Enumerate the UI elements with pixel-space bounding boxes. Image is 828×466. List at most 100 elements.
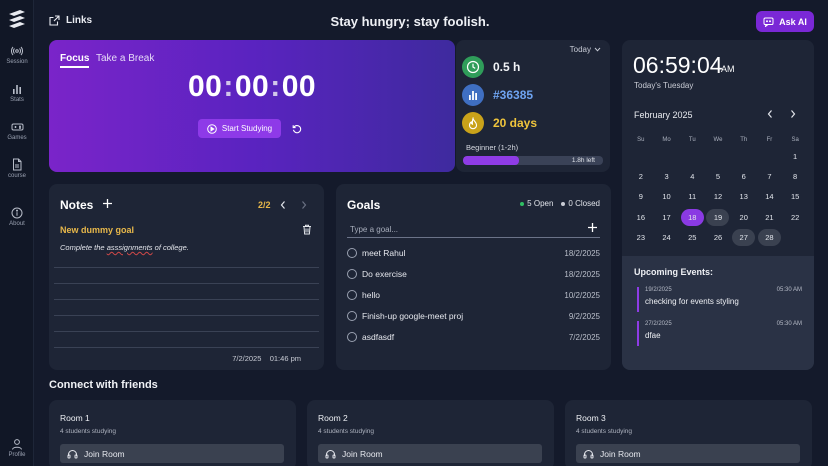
sidebar-item-about[interactable]: About: [0, 207, 34, 227]
calendar-day[interactable]: 11: [679, 187, 705, 207]
join-room-button[interactable]: Join Room: [318, 444, 542, 463]
calendar-day[interactable]: 5: [705, 167, 731, 187]
period-dropdown[interactable]: Today: [570, 45, 601, 54]
join-room-label: Join Room: [342, 448, 383, 459]
add-note-button[interactable]: [102, 198, 113, 209]
trash-icon: [303, 224, 311, 235]
calendar-day[interactable]: 15: [782, 187, 808, 207]
notes-prev-button[interactable]: [279, 200, 287, 210]
broadcast-icon: [11, 46, 23, 56]
event-item[interactable]: 27/2/2025 05:30 AM dfae: [637, 321, 802, 346]
misspelled-word: asssignments: [106, 243, 153, 252]
calendar-day[interactable]: 14: [757, 187, 783, 207]
calendar-prev-button[interactable]: [766, 109, 774, 119]
join-room-button[interactable]: Join Room: [60, 444, 284, 463]
sidebar-item-games[interactable]: Games: [0, 121, 34, 141]
tab-focus[interactable]: Focus: [60, 53, 90, 68]
sidebar-item-stats[interactable]: Stats: [0, 83, 34, 103]
calendar-empty-cell: [757, 147, 783, 167]
goal-item[interactable]: meet Rahul 18/2/2025: [347, 246, 600, 260]
calendar-day[interactable]: 10: [654, 187, 680, 207]
delete-note-button[interactable]: [302, 224, 312, 235]
calendar-day[interactable]: 2: [628, 167, 654, 187]
chat-bot-icon: [763, 17, 774, 27]
calendar-day[interactable]: 28: [757, 228, 783, 248]
calendar-day[interactable]: 13: [731, 187, 757, 207]
calendar-next-button[interactable]: [789, 109, 797, 119]
tab-take-a-break[interactable]: Take a Break: [96, 53, 154, 64]
stats-card: Today 0.5 h #36385 20 days Beginner (1-2…: [456, 40, 610, 172]
user-icon: [12, 439, 22, 450]
calendar-empty-cell: [731, 147, 757, 167]
goal-item[interactable]: Finish-up google-meet proj 9/2/2025: [347, 309, 600, 323]
notes-next-button[interactable]: [300, 200, 308, 210]
room-card: Room 2 4 students studying Join Room: [307, 400, 554, 466]
ask-ai-button[interactable]: Ask AI: [756, 11, 814, 32]
calendar-grid: Su Mo Tu We Th Fr Sa 1 2 3 4 5 6 7 8 9 10 11 12 13 14 15 16 17 1…: [628, 133, 808, 248]
calendar-weekday: Fr: [766, 137, 773, 143]
reset-icon[interactable]: [292, 124, 302, 134]
calendar-day[interactable]: 16: [628, 208, 654, 228]
sidebar-item-course[interactable]: course: [0, 158, 34, 179]
calendar-weekday: Th: [740, 137, 748, 143]
clock-day: Today's Tuesday: [634, 81, 694, 90]
sidebar-item-label: course: [7, 173, 26, 179]
calendar-weekday: Mo: [662, 137, 671, 143]
document-icon: [13, 158, 22, 171]
goal-checkbox[interactable]: [347, 311, 357, 321]
goal-item[interactable]: hello 10/2/2025: [347, 288, 600, 302]
app-logo-icon[interactable]: [8, 9, 26, 29]
calendar-day[interactable]: 3: [654, 167, 680, 187]
calendar-empty-cell: [705, 147, 731, 167]
goal-item[interactable]: asdfasdf 7/2/2025: [347, 330, 600, 344]
streak-stat: 20 days: [462, 112, 537, 134]
sidebar-item-session[interactable]: Session: [0, 45, 34, 65]
room-card: Room 1 4 students studying Join Room: [49, 400, 296, 466]
add-goal-button[interactable]: [587, 222, 598, 233]
calendar-day[interactable]: 12: [705, 187, 731, 207]
calendar-day[interactable]: 9: [628, 187, 654, 207]
calendar-day[interactable]: 6: [731, 167, 757, 187]
notes-card: Notes 2/2 New dummy goal Complete the as…: [49, 184, 324, 370]
calendar-day[interactable]: 27: [731, 228, 757, 248]
info-icon: [11, 207, 23, 219]
timer-seconds: 00: [281, 70, 317, 103]
start-studying-button[interactable]: Start Studying: [198, 119, 281, 138]
calendar-day[interactable]: 20: [731, 208, 757, 228]
links-label: Links: [66, 15, 93, 26]
event-item[interactable]: 19/2/2025 05:30 AM checking for events s…: [637, 287, 802, 312]
goal-checkbox[interactable]: [347, 248, 357, 258]
chevron-left-icon: [767, 110, 772, 118]
room-name: Room 2: [318, 413, 348, 423]
sidebar-item-label: Profile: [8, 452, 26, 458]
notes-page-indicator: 2/2: [258, 200, 271, 210]
goal-input[interactable]: [347, 221, 600, 238]
calendar-day[interactable]: 19: [705, 208, 731, 228]
goal-checkbox[interactable]: [347, 332, 357, 342]
links-button[interactable]: Links: [49, 15, 92, 26]
calendar-day[interactable]: 25: [679, 228, 705, 248]
external-link-icon: [49, 15, 60, 26]
note-body[interactable]: Complete the asssignments of college.: [60, 243, 189, 252]
calendar-day[interactable]: 7: [757, 167, 783, 187]
note-title[interactable]: New dummy goal: [60, 225, 134, 235]
sidebar-item-label: Games: [7, 135, 27, 141]
calendar-day[interactable]: 21: [757, 208, 783, 228]
goal-name: Finish-up google-meet proj: [362, 311, 464, 321]
calendar-day[interactable]: 18: [679, 208, 705, 228]
calendar-day[interactable]: 23: [628, 228, 654, 248]
goal-checkbox[interactable]: [347, 269, 357, 279]
calendar-day[interactable]: 24: [654, 228, 680, 248]
room-student-count: 4 students studying: [60, 428, 117, 435]
calendar-day[interactable]: 22: [782, 208, 808, 228]
calendar-day[interactable]: 1: [782, 147, 808, 167]
calendar-day[interactable]: 17: [654, 208, 680, 228]
goal-item[interactable]: Do exercise 18/2/2025: [347, 267, 600, 281]
calendar-day[interactable]: 8: [782, 167, 808, 187]
join-room-button[interactable]: Join Room: [576, 444, 800, 463]
goal-checkbox[interactable]: [347, 290, 357, 300]
sidebar-item-profile[interactable]: Profile: [0, 438, 34, 458]
calendar-day[interactable]: 26: [705, 228, 731, 248]
timer-display: 00:00:00: [187, 70, 317, 103]
calendar-day[interactable]: 4: [679, 167, 705, 187]
